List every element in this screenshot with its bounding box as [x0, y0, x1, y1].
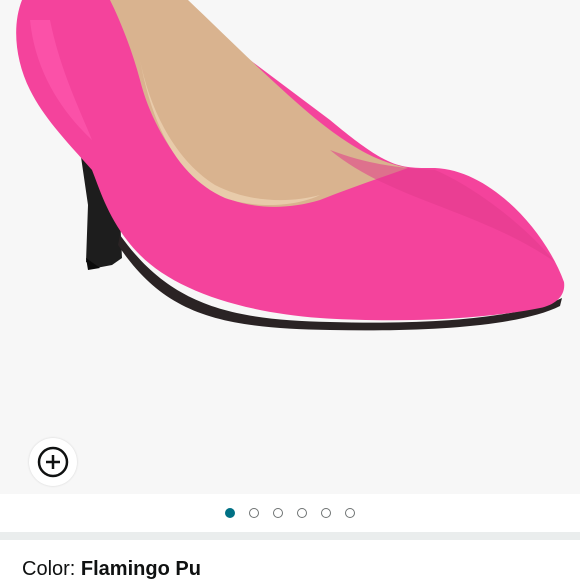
product-image-area[interactable] — [0, 0, 580, 494]
image-pagination — [0, 494, 580, 532]
image-dot-4[interactable] — [297, 508, 307, 518]
color-value: Flamingo Pu — [80, 558, 201, 580]
color-label: Color: — [22, 558, 81, 580]
color-variation: Color: Flamingo Pu — [22, 558, 201, 581]
image-dot-2[interactable] — [249, 508, 259, 518]
zoom-in-icon — [37, 446, 69, 478]
section-divider — [0, 532, 580, 540]
image-dot-1[interactable] — [225, 508, 235, 518]
product-image[interactable] — [0, 0, 580, 494]
image-dot-3[interactable] — [273, 508, 283, 518]
zoom-button[interactable] — [29, 438, 77, 486]
image-dot-6[interactable] — [345, 508, 355, 518]
image-dot-5[interactable] — [321, 508, 331, 518]
